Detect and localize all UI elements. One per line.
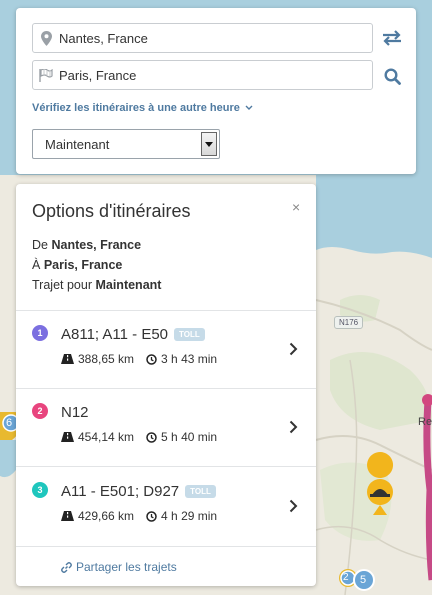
clock-icon [146,353,157,365]
divider [16,546,316,547]
road-shield-label: N176 [334,316,364,329]
road-icon [61,511,74,521]
map-cluster-count[interactable]: 5 [360,574,366,586]
panel-title: Options d'itinéraires [32,201,191,221]
link-icon [61,561,72,573]
route-meta: 388,65 km 3 h 43 min [61,352,217,366]
route-duration: 3 h 43 min [161,352,218,366]
route-duration: 5 h 40 min [161,430,218,444]
map-cluster-count[interactable]: 6 [6,417,12,429]
route-number-badge: 1 [32,325,48,341]
route-distance: 454,14 km [78,430,135,444]
summary-to: À Paris, France [32,258,123,272]
road-icon [61,354,74,364]
summary-from: De Nantes, France [32,238,142,252]
share-routes-link[interactable]: Partager les trajets [61,560,177,574]
origin-field[interactable] [32,23,373,53]
route-option-2[interactable]: 2 N12 454,14 km 5 h 40 min [16,389,316,467]
chevron-right-icon [289,420,298,434]
route-option-3[interactable]: 3 A11 - E501; D927 TOLL 429,66 km 4 h 29 … [16,468,316,546]
divider [16,466,316,467]
map-cluster-count[interactable]: 2 [343,572,349,583]
route-name: N12 [61,404,89,421]
route-name: A811; A11 - E50 TOLL [61,326,205,343]
chevron-right-icon [289,499,298,513]
map-pin-icon [33,24,59,52]
route-duration: 4 h 29 min [161,509,218,523]
map-place-label: Re [418,416,432,428]
route-number-badge: 3 [32,482,48,498]
origin-input[interactable] [59,30,359,46]
destination-field[interactable] [32,60,373,90]
toll-badge: TOLL [185,485,216,498]
chevron-right-icon [289,342,298,356]
swap-arrows-icon [383,30,401,46]
route-summary: De Nantes, France À Paris, France Trajet… [32,235,161,295]
departure-time-select[interactable]: Maintenant [32,129,220,159]
clock-icon [146,431,157,443]
checkered-flag-icon [33,61,59,89]
search-icon [383,67,401,85]
route-search-panel: Vérifiez les itinéraires à une autre heu… [16,8,416,174]
route-option-1[interactable]: 1 A811; A11 - E50 TOLL 388,65 km 3 h 43 m… [16,311,316,389]
route-distance: 429,66 km [78,509,135,523]
summary-trip: Trajet pour Maintenant [32,278,162,292]
route-number-badge: 2 [32,403,48,419]
share-label: Partager les trajets [76,560,177,574]
route-meta: 454,14 km 5 h 40 min [61,430,217,444]
search-button[interactable] [381,65,403,87]
other-time-label: Vérifiez les itinéraires à une autre heu… [32,102,240,114]
departure-time-value: Maintenant [45,136,110,152]
close-icon[interactable]: × [292,199,300,215]
dropdown-arrow-icon[interactable] [201,132,217,156]
road-icon [61,432,74,442]
swap-button[interactable] [381,27,403,49]
route-distance: 388,65 km [78,352,135,366]
toll-badge: TOLL [174,328,205,341]
other-time-link[interactable]: Vérifiez les itinéraires à une autre heu… [32,102,253,114]
clock-icon [146,510,157,522]
route-meta: 429,66 km 4 h 29 min [61,509,217,523]
route-name: A11 - E501; D927 TOLL [61,483,216,500]
chevron-down-icon [245,105,253,110]
route-options-panel: Options d'itinéraires × De Nantes, Franc… [16,184,316,586]
destination-input[interactable] [59,67,359,83]
